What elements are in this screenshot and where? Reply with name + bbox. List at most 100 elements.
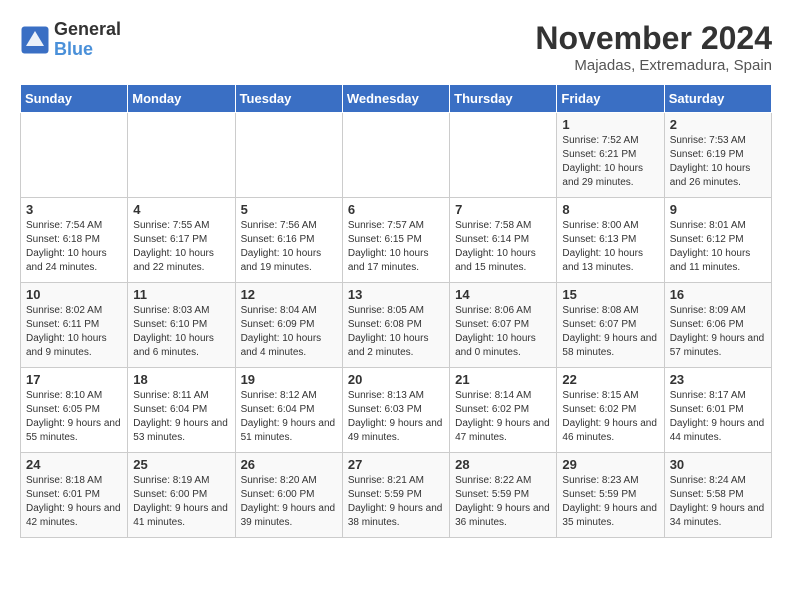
calendar-cell: 25 Sunrise: 8:19 AMSunset: 6:00 PMDayligh… [128, 453, 235, 538]
calendar-cell: 14Sunrise: 8:06 AMSunset: 6:07 PMDayligh… [450, 283, 557, 368]
calendar-cell: 13 Sunrise: 8:05 AMSunset: 6:08 PMDayligh… [342, 283, 449, 368]
day-number: 24 [26, 457, 122, 472]
calendar-cell: 15 Sunrise: 8:08 AMSunset: 6:07 PMDayligh… [557, 283, 664, 368]
month-title: November 2024 [535, 20, 772, 57]
calendar-cell: 11Sunrise: 8:03 AMSunset: 6:10 PMDayligh… [128, 283, 235, 368]
day-number: 6 [348, 202, 444, 217]
day-number: 19 [241, 372, 337, 387]
day-info: Sunrise: 8:11 AMSunset: 6:04 PMDaylight:… [133, 389, 229, 445]
logo-text: General Blue [54, 20, 121, 60]
day-number: 27 [348, 457, 444, 472]
calendar-cell [342, 113, 449, 198]
day-number: 29 [562, 457, 658, 472]
day-info: Sunrise: 8:05 AMSunset: 6:08 PMDaylight:… [348, 304, 444, 360]
logo: General Blue [20, 20, 121, 60]
calendar-cell: 27 Sunrise: 8:21 AMSunset: 5:59 PMDayligh… [342, 453, 449, 538]
day-info: Sunrise: 8:08 AMSunset: 6:07 PMDaylight:… [562, 304, 658, 360]
day-info: Sunrise: 8:04 AMSunset: 6:09 PMDaylight:… [241, 304, 337, 360]
day-number: 9 [670, 202, 766, 217]
calendar-cell [128, 113, 235, 198]
calendar-cell: 3 Sunrise: 7:54 AMSunset: 6:18 PMDaylight… [21, 198, 128, 283]
day-number: 8 [562, 202, 658, 217]
calendar-cell [21, 113, 128, 198]
calendar-cell: 6 Sunrise: 7:57 AMSunset: 6:15 PMDaylight… [342, 198, 449, 283]
day-number: 18 [133, 372, 229, 387]
day-info: Sunrise: 8:00 AMSunset: 6:13 PMDaylight:… [562, 219, 658, 275]
day-info: Sunrise: 8:20 AMSunset: 6:00 PMDaylight:… [241, 474, 337, 530]
calendar-cell: 4 Sunrise: 7:55 AMSunset: 6:17 PMDaylight… [128, 198, 235, 283]
day-number: 5 [241, 202, 337, 217]
day-number: 17 [26, 372, 122, 387]
day-number: 16 [670, 287, 766, 302]
day-info: Sunrise: 8:02 AMSunset: 6:11 PMDaylight:… [26, 304, 122, 360]
day-info: Sunrise: 8:14 AMSunset: 6:02 PMDaylight:… [455, 389, 551, 445]
day-info: Sunrise: 7:57 AMSunset: 6:15 PMDaylight:… [348, 219, 444, 275]
calendar-week-2: 3 Sunrise: 7:54 AMSunset: 6:18 PMDaylight… [21, 198, 772, 283]
day-info: Sunrise: 7:55 AMSunset: 6:17 PMDaylight:… [133, 219, 229, 275]
calendar-cell: 28 Sunrise: 8:22 AMSunset: 5:59 PMDayligh… [450, 453, 557, 538]
calendar-cell: 20 Sunrise: 8:13 AMSunset: 6:03 PMDayligh… [342, 368, 449, 453]
logo-icon [20, 25, 50, 55]
day-number: 14 [455, 287, 551, 302]
day-number: 25 [133, 457, 229, 472]
day-info: Sunrise: 8:10 AMSunset: 6:05 PMDaylight:… [26, 389, 122, 445]
calendar-cell: 5 Sunrise: 7:56 AMSunset: 6:16 PMDaylight… [235, 198, 342, 283]
day-info: Sunrise: 8:19 AMSunset: 6:00 PMDaylight:… [133, 474, 229, 530]
day-header-thursday: Thursday [450, 85, 557, 113]
day-info: Sunrise: 7:53 AMSunset: 6:19 PMDaylight:… [670, 134, 766, 190]
calendar-cell: 29 Sunrise: 8:23 AMSunset: 5:59 PMDayligh… [557, 453, 664, 538]
calendar-week-5: 24 Sunrise: 8:18 AMSunset: 6:01 PMDayligh… [21, 453, 772, 538]
calendar-cell: 30Sunrise: 8:24 AMSunset: 5:58 PMDayligh… [664, 453, 771, 538]
day-info: Sunrise: 8:13 AMSunset: 6:03 PMDaylight:… [348, 389, 444, 445]
day-info: Sunrise: 8:15 AMSunset: 6:02 PMDaylight:… [562, 389, 658, 445]
calendar-cell: 17 Sunrise: 8:10 AMSunset: 6:05 PMDayligh… [21, 368, 128, 453]
calendar-cell: 10Sunrise: 8:02 AMSunset: 6:11 PMDayligh… [21, 283, 128, 368]
calendar-cell [450, 113, 557, 198]
day-number: 4 [133, 202, 229, 217]
calendar-cell: 7 Sunrise: 7:58 AMSunset: 6:14 PMDaylight… [450, 198, 557, 283]
calendar-body: 1Sunrise: 7:52 AMSunset: 6:21 PMDaylight… [21, 113, 772, 538]
calendar-week-1: 1Sunrise: 7:52 AMSunset: 6:21 PMDaylight… [21, 113, 772, 198]
day-header-wednesday: Wednesday [342, 85, 449, 113]
day-number: 23 [670, 372, 766, 387]
day-info: Sunrise: 8:21 AMSunset: 5:59 PMDaylight:… [348, 474, 444, 530]
calendar-cell: 16 Sunrise: 8:09 AMSunset: 6:06 PMDayligh… [664, 283, 771, 368]
day-info: Sunrise: 8:12 AMSunset: 6:04 PMDaylight:… [241, 389, 337, 445]
day-info: Sunrise: 8:22 AMSunset: 5:59 PMDaylight:… [455, 474, 551, 530]
calendar-cell: 21 Sunrise: 8:14 AMSunset: 6:02 PMDayligh… [450, 368, 557, 453]
day-info: Sunrise: 8:23 AMSunset: 5:59 PMDaylight:… [562, 474, 658, 530]
day-number: 13 [348, 287, 444, 302]
day-number: 7 [455, 202, 551, 217]
day-number: 11 [133, 287, 229, 302]
day-info: Sunrise: 7:58 AMSunset: 6:14 PMDaylight:… [455, 219, 551, 275]
calendar-table: SundayMondayTuesdayWednesdayThursdayFrid… [20, 84, 772, 538]
day-header-sunday: Sunday [21, 85, 128, 113]
calendar-cell: 18 Sunrise: 8:11 AMSunset: 6:04 PMDayligh… [128, 368, 235, 453]
day-info: Sunrise: 7:52 AMSunset: 6:21 PMDaylight:… [562, 134, 658, 190]
calendar-cell: 23Sunrise: 8:17 AMSunset: 6:01 PMDayligh… [664, 368, 771, 453]
calendar-cell: 26Sunrise: 8:20 AMSunset: 6:00 PMDayligh… [235, 453, 342, 538]
day-number: 21 [455, 372, 551, 387]
header: General Blue November 2024 Majadas, Extr… [20, 20, 772, 74]
day-number: 2 [670, 117, 766, 132]
title-area: November 2024 Majadas, Extremadura, Spai… [535, 20, 772, 74]
day-number: 12 [241, 287, 337, 302]
calendar-cell: 1Sunrise: 7:52 AMSunset: 6:21 PMDaylight… [557, 113, 664, 198]
day-header-friday: Friday [557, 85, 664, 113]
day-info: Sunrise: 7:56 AMSunset: 6:16 PMDaylight:… [241, 219, 337, 275]
day-header-monday: Monday [128, 85, 235, 113]
day-info: Sunrise: 8:18 AMSunset: 6:01 PMDaylight:… [26, 474, 122, 530]
calendar-cell: 22Sunrise: 8:15 AMSunset: 6:02 PMDayligh… [557, 368, 664, 453]
calendar-cell: 12 Sunrise: 8:04 AMSunset: 6:09 PMDayligh… [235, 283, 342, 368]
day-number: 15 [562, 287, 658, 302]
day-info: Sunrise: 8:09 AMSunset: 6:06 PMDaylight:… [670, 304, 766, 360]
calendar-cell: 19 Sunrise: 8:12 AMSunset: 6:04 PMDayligh… [235, 368, 342, 453]
day-number: 20 [348, 372, 444, 387]
calendar-week-4: 17 Sunrise: 8:10 AMSunset: 6:05 PMDayligh… [21, 368, 772, 453]
day-info: Sunrise: 7:54 AMSunset: 6:18 PMDaylight:… [26, 219, 122, 275]
day-number: 28 [455, 457, 551, 472]
day-info: Sunrise: 8:01 AMSunset: 6:12 PMDaylight:… [670, 219, 766, 275]
day-number: 3 [26, 202, 122, 217]
calendar-header-row: SundayMondayTuesdayWednesdayThursdayFrid… [21, 85, 772, 113]
day-number: 30 [670, 457, 766, 472]
